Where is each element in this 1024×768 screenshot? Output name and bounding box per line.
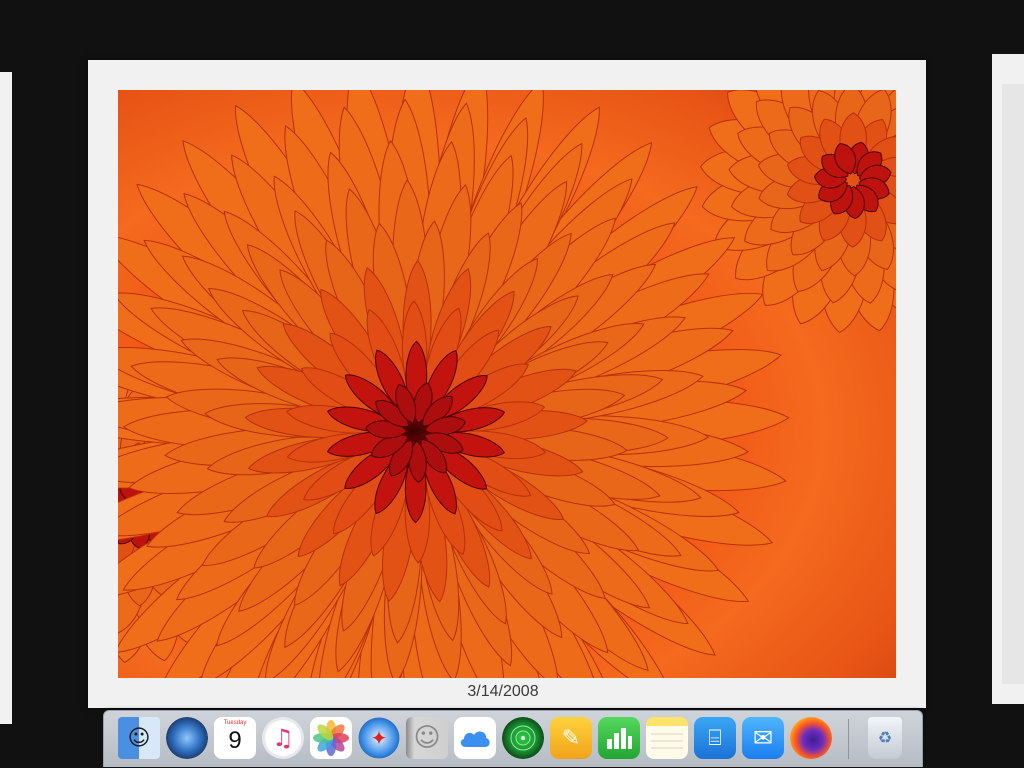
icloud-icon[interactable]: [454, 717, 496, 759]
previous-slide[interactable]: [0, 72, 12, 724]
keynote-icon[interactable]: ⌸: [694, 717, 736, 759]
photos-icon[interactable]: [310, 717, 352, 759]
calendar-day-number: 9: [228, 727, 242, 754]
pages-icon[interactable]: ✎: [550, 717, 592, 759]
flower-photo: [118, 90, 896, 678]
trash-icon[interactable]: ♻: [868, 717, 902, 759]
itunes-icon[interactable]: ♫: [262, 717, 304, 759]
finder-icon[interactable]: ☺: [118, 717, 160, 759]
launchpad-icon[interactable]: [166, 717, 208, 759]
photo-date-caption: 3/14/2008: [467, 683, 539, 700]
dock: ☺ Tuesday 9 ♫ ✦ ☺ ✎ ⌸ ✉ ♻: [103, 710, 923, 767]
safari-icon[interactable]: ✦: [358, 717, 400, 759]
current-slide: [88, 60, 926, 708]
numbers-icon[interactable]: [598, 717, 640, 759]
findmy-icon[interactable]: [502, 717, 544, 759]
dock-separator: [848, 719, 849, 759]
mail-icon[interactable]: ✉: [742, 717, 784, 759]
notes-icon[interactable]: [646, 717, 688, 759]
next-slide[interactable]: [992, 54, 1024, 704]
firefox-icon[interactable]: [790, 717, 832, 759]
contacts-icon[interactable]: ☺: [406, 717, 448, 759]
flower-petals-graphic: [118, 90, 896, 678]
calendar-day-label: Tuesday: [223, 720, 247, 726]
slideshow-stage: 3/14/2008 ☺ Tuesday 9 ♫ ✦ ☺ ✎ ⌸ ✉ ♻: [0, 0, 1024, 768]
calendar-icon[interactable]: Tuesday 9: [214, 717, 256, 759]
